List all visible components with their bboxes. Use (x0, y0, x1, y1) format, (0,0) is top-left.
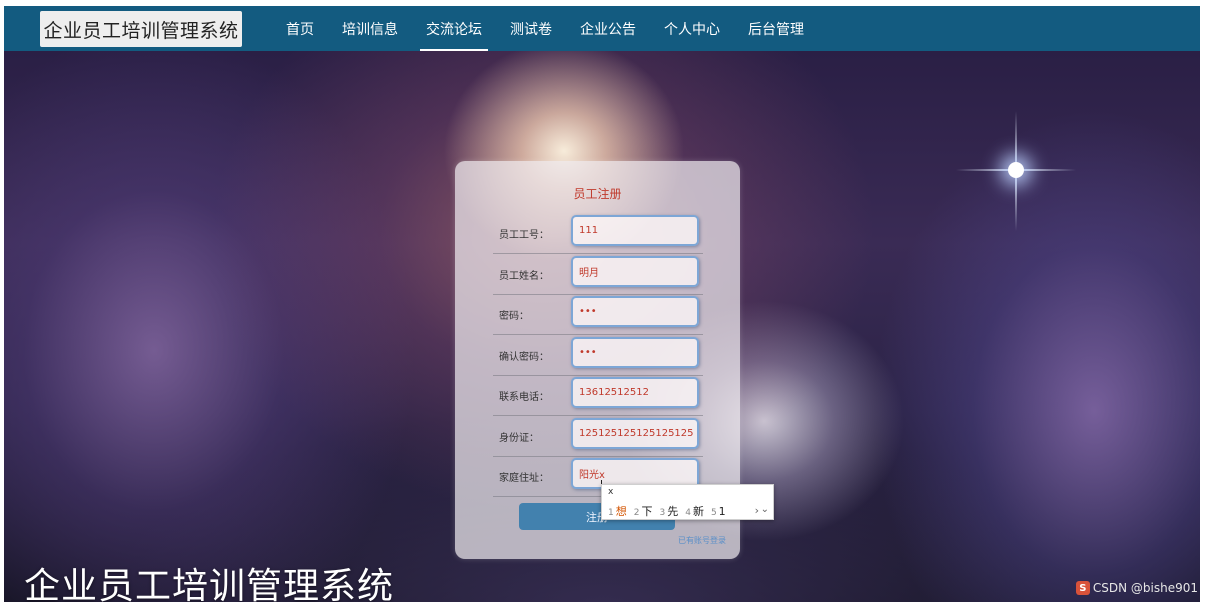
nav-item-admin[interactable]: 后台管理 (734, 6, 818, 51)
login-link[interactable]: 已有账号登录 (678, 535, 726, 546)
field-password: 密码： ••• (493, 295, 703, 335)
id-card-input[interactable]: 125125125125125125 (571, 418, 699, 449)
ime-candidate[interactable]: 51 (711, 505, 726, 518)
field-label: 身份证： (499, 433, 539, 444)
footer-title: 企业员工培训管理系统 (24, 566, 395, 602)
field-label: 员工姓名： (499, 271, 549, 282)
ime-candidate[interactable]: 3先 (659, 503, 678, 519)
ime-expand-icon[interactable]: ⌄ (761, 504, 769, 515)
field-label: 确认密码： (499, 352, 549, 363)
field-confirm-password: 确认密码： ••• (493, 336, 703, 376)
nav-item-personal-center[interactable]: 个人中心 (650, 6, 734, 51)
password-input[interactable]: ••• (571, 296, 699, 327)
field-label: 联系电话： (499, 392, 549, 403)
ime-candidate[interactable]: 1想 (608, 503, 627, 519)
ime-next-page-icon[interactable]: › (755, 504, 759, 517)
ime-candidate-popup: x 1想 2下 3先 4新 51 › ⌄ (601, 484, 774, 520)
field-label: 密码： (499, 311, 529, 322)
field-phone: 联系电话： 13612512512 (493, 376, 703, 416)
field-employee-id: 员工工号： 111 (493, 214, 703, 254)
top-navbar: 企业员工培训管理系统 首页 培训信息 交流论坛 测试卷 企业公告 个人中心 后台… (4, 6, 1200, 51)
confirm-password-input[interactable]: ••• (571, 337, 699, 368)
ime-candidate[interactable]: 4新 (685, 503, 704, 519)
nav-item-forum[interactable]: 交流论坛 (412, 6, 496, 51)
ime-composition: x (608, 487, 614, 497)
watermark-text: CSDN @bishe901 (1092, 581, 1198, 595)
nav-item-home[interactable]: 首页 (272, 6, 328, 51)
field-employee-name: 员工姓名： 明月 (493, 255, 703, 295)
app-frame: 企业员工培训管理系统 首页 培训信息 交流论坛 测试卷 企业公告 个人中心 后台… (4, 6, 1200, 602)
phone-input[interactable]: 13612512512 (571, 377, 699, 408)
site-logo[interactable]: 企业员工培训管理系统 (40, 11, 242, 47)
ime-candidate-list: 1想 2下 3先 4新 51 (608, 503, 726, 519)
nav-item-tests[interactable]: 测试卷 (496, 6, 566, 51)
nav-item-training-info[interactable]: 培训信息 (328, 6, 412, 51)
employee-name-input[interactable]: 明月 (571, 256, 699, 287)
bright-star (1008, 162, 1024, 178)
nav-item-announcements[interactable]: 企业公告 (566, 6, 650, 51)
employee-id-input[interactable]: 111 (571, 215, 699, 246)
watermark: S CSDN @bishe901 (1075, 581, 1198, 595)
main-nav: 首页 培训信息 交流论坛 测试卷 企业公告 个人中心 后台管理 (272, 6, 818, 51)
csdn-logo-icon: S (1075, 581, 1090, 595)
field-id-card: 身份证： 125125125125125125 (493, 417, 703, 457)
field-label: 员工工号： (499, 230, 549, 241)
field-label: 家庭住址： (499, 473, 549, 484)
ime-candidate[interactable]: 2下 (634, 503, 653, 519)
register-title: 员工注册 (573, 187, 622, 201)
